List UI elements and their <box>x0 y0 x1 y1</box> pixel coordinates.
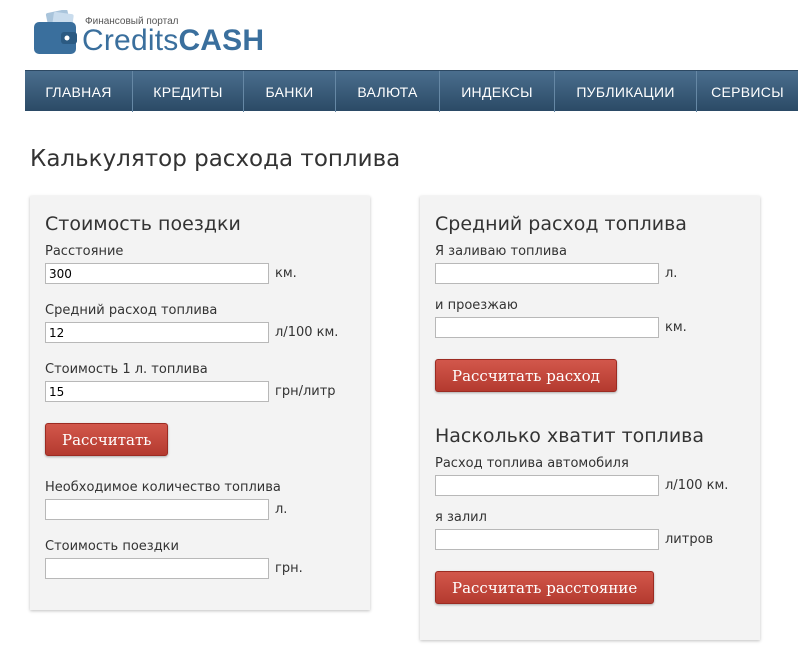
nav-item-currency[interactable]: ВАЛЮТА <box>336 71 440 112</box>
calculate-button[interactable]: Рассчитать <box>45 423 169 456</box>
nav-item-indexes[interactable]: ИНДЕКСЫ <box>440 71 555 112</box>
nav-item-publications[interactable]: ПУБЛИКАЦИИ <box>555 71 697 112</box>
consumption-input[interactable] <box>45 322 269 343</box>
price-unit: грн/литр <box>275 384 336 399</box>
calculate-consumption-button[interactable]: Рассчитать расход <box>435 359 617 392</box>
page-title: Калькулятор расхода топлива <box>30 146 401 172</box>
brand-bold: CASH <box>178 24 265 57</box>
filled-unit: литров <box>665 532 714 547</box>
consumption-label: Средний расход топлива <box>45 303 218 318</box>
drive-distance-label: и проезжаю <box>435 298 518 313</box>
fuel-amount-unit: л. <box>665 266 678 281</box>
distance-unit: км. <box>275 266 297 281</box>
nav-item-credits[interactable]: КРЕДИТЫ <box>133 71 244 112</box>
main-nav: ГЛАВНАЯ КРЕДИТЫ БАНКИ ВАЛЮТА ИНДЕКСЫ ПУБ… <box>25 70 798 112</box>
site-logo[interactable]: Финансовый портал CreditsCASH <box>33 8 293 60</box>
car-consumption-label: Расход топлива автомобиля <box>435 456 629 471</box>
nav-item-services[interactable]: СЕРВИСЫ <box>697 71 798 112</box>
drive-distance-input[interactable] <box>435 317 659 338</box>
range-heading: Насколько хватит топлива <box>435 425 705 447</box>
drive-distance-unit: км. <box>665 320 687 335</box>
brand-light: Credits <box>82 24 179 57</box>
wallet-icon <box>34 10 77 54</box>
logo-brand: CreditsCASH <box>82 24 264 58</box>
fuel-amount-label: Я заливаю топлива <box>435 244 567 259</box>
distance-input[interactable] <box>45 263 269 284</box>
fuel-needed-label: Необходимое количество топлива <box>45 480 281 495</box>
trip-cost-panel: Стоимость поездки Расстояние км. Средний… <box>30 196 370 610</box>
trip-cost-output[interactable] <box>45 558 269 579</box>
car-consumption-input[interactable] <box>435 475 659 496</box>
calculate-distance-button[interactable]: Рассчитать расстояние <box>435 571 655 604</box>
trip-cost-heading: Стоимость поездки <box>45 213 241 235</box>
fuel-amount-input[interactable] <box>435 263 659 284</box>
car-consumption-unit: л/100 км. <box>665 478 729 493</box>
fuel-needed-output[interactable] <box>45 499 269 520</box>
nav-item-banks[interactable]: БАНКИ <box>244 71 336 112</box>
distance-label: Расстояние <box>45 244 124 259</box>
price-label: Стоимость 1 л. топлива <box>45 362 208 377</box>
consumption-unit: л/100 км. <box>275 325 339 340</box>
filled-input[interactable] <box>435 529 659 550</box>
trip-cost-label: Стоимость поездки <box>45 539 179 554</box>
filled-label: я залил <box>435 510 487 525</box>
price-input[interactable] <box>45 381 269 402</box>
trip-cost-unit: грн. <box>275 561 303 576</box>
fuel-panel: Средний расход топлива Я заливаю топлива… <box>420 196 760 640</box>
nav-item-home[interactable]: ГЛАВНАЯ <box>25 71 133 112</box>
fuel-needed-unit: л. <box>275 502 288 517</box>
avg-consumption-heading: Средний расход топлива <box>435 213 687 235</box>
